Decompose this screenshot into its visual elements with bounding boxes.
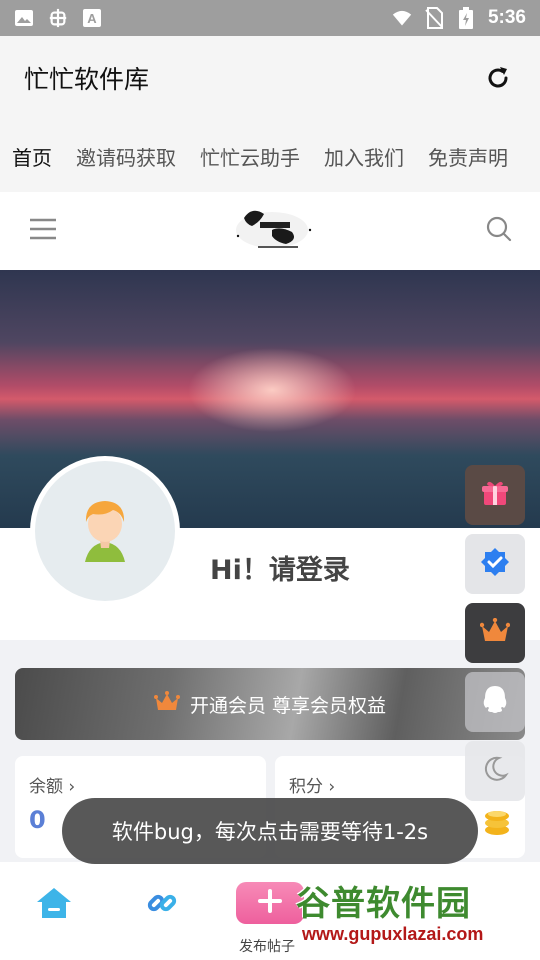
app-bar: 忙忙软件库	[0, 36, 540, 120]
tab-cloud-assistant[interactable]: 忙忙云助手	[200, 142, 300, 171]
site-header	[0, 192, 540, 270]
coins-icon	[483, 806, 511, 840]
nav-links[interactable]	[132, 880, 192, 930]
verified-button[interactable]	[465, 534, 525, 594]
tab-bar: 首页 邀请码获取 忙忙云助手 加入我们 免责声明	[0, 120, 540, 192]
site-logo[interactable]	[212, 202, 332, 260]
avatar[interactable]	[35, 461, 175, 601]
moon-icon	[481, 755, 509, 787]
crown-icon	[479, 617, 511, 648]
tab-invite-code[interactable]: 邀请码获取	[76, 142, 176, 171]
tab-disclaimer[interactable]: 免责声明	[428, 142, 508, 171]
image-icon	[14, 8, 34, 28]
status-bar: A 5:36	[0, 0, 540, 36]
search-icon[interactable]	[486, 216, 512, 246]
gift-button[interactable]	[465, 465, 525, 525]
post-label[interactable]: 发布帖子	[239, 936, 295, 956]
wifi-icon	[392, 8, 412, 28]
watermark-url: www.gupuxlazai.com	[302, 924, 484, 944]
post-button[interactable]	[236, 882, 304, 924]
font-icon: A	[82, 8, 102, 28]
menu-icon[interactable]	[28, 217, 58, 245]
verified-icon	[480, 547, 510, 581]
toast-message: 软件bug，每次点击需要等待1-2s	[62, 798, 478, 864]
svg-text:A: A	[87, 11, 97, 26]
qq-icon	[480, 684, 510, 720]
login-greeting[interactable]: Hi！请登录	[210, 548, 350, 587]
balance-value: 0	[29, 806, 46, 834]
home-icon	[35, 886, 73, 924]
balance-label: 余额 ›	[29, 777, 76, 797]
plus-icon	[257, 888, 283, 918]
gift-icon	[480, 478, 510, 512]
refresh-icon[interactable]	[480, 60, 516, 96]
dark-mode-button[interactable]	[465, 741, 525, 801]
tab-join-us[interactable]: 加入我们	[324, 142, 404, 171]
watermark: 谷普软件园 www.gupuxlazai.com	[296, 876, 540, 960]
watermark-name: 谷普软件园	[296, 884, 471, 924]
app-title: 忙忙软件库	[24, 65, 150, 94]
no-sim-icon	[424, 7, 444, 29]
vip-label: 开通会员 尊享会员权益	[189, 694, 387, 717]
status-time: 5:36	[487, 7, 526, 28]
crown-icon	[153, 690, 180, 718]
vip-banner[interactable]: 开通会员 尊享会员权益	[15, 668, 525, 740]
tab-home[interactable]: 首页	[12, 142, 52, 171]
nav-home[interactable]	[24, 880, 84, 930]
points-label: 积分 ›	[289, 777, 336, 797]
link-icon	[146, 887, 178, 923]
bug-icon	[48, 8, 68, 28]
qq-button[interactable]	[465, 672, 525, 732]
battery-charging-icon	[456, 7, 476, 29]
vip-float-button[interactable]	[465, 603, 525, 663]
